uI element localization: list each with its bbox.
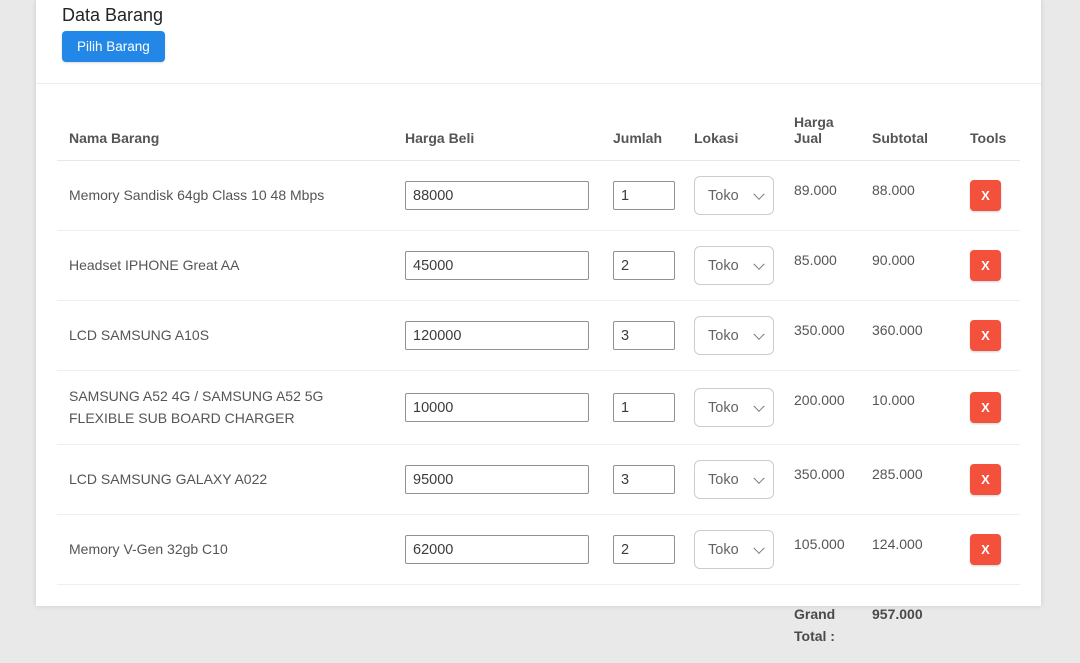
subtotal-value: 10.000 [860, 371, 958, 445]
lokasi-select[interactable]: Toko [694, 246, 774, 285]
table-header-row: Nama Barang Harga Beli Jumlah Lokasi Har… [57, 84, 1020, 161]
subtotal-value: 124.000 [860, 515, 958, 585]
delete-row-button[interactable]: X [970, 464, 1001, 495]
col-header-harga-beli: Harga Beli [393, 84, 601, 161]
table-row: Headset IPHONE Great AA Toko 85.000 90.0… [57, 231, 1020, 301]
grand-total-value: 957.000 [860, 585, 958, 663]
delete-row-button[interactable]: X [970, 320, 1001, 351]
item-name: Memory V-Gen 32gb C10 [57, 515, 393, 585]
item-name: SAMSUNG A52 4G / SAMSUNG A52 5G FLEXIBLE… [57, 371, 393, 445]
grand-total-label: Grand Total : [782, 585, 860, 663]
item-name: Memory Sandisk 64gb Class 10 48 Mbps [57, 161, 393, 231]
jumlah-input[interactable] [613, 465, 675, 494]
page-title: Data Barang [62, 5, 1015, 26]
lokasi-select[interactable]: Toko [694, 176, 774, 215]
delete-row-button[interactable]: X [970, 250, 1001, 281]
harga-jual-value: 105.000 [782, 515, 860, 585]
jumlah-input[interactable] [613, 181, 675, 210]
subtotal-value: 90.000 [860, 231, 958, 301]
harga-jual-value: 350.000 [782, 301, 860, 371]
harga-beli-input[interactable] [405, 465, 589, 494]
harga-beli-input[interactable] [405, 181, 589, 210]
col-header-tools: Tools [958, 84, 1020, 161]
jumlah-input[interactable] [613, 535, 675, 564]
table-row: Memory Sandisk 64gb Class 10 48 Mbps Tok… [57, 161, 1020, 231]
subtotal-value: 88.000 [860, 161, 958, 231]
lokasi-select[interactable]: Toko [694, 316, 774, 355]
harga-beli-input[interactable] [405, 321, 589, 350]
harga-jual-value: 89.000 [782, 161, 860, 231]
col-header-jumlah: Jumlah [601, 84, 682, 161]
jumlah-input[interactable] [613, 393, 675, 422]
subtotal-value: 285.000 [860, 445, 958, 515]
delete-row-button[interactable]: X [970, 392, 1001, 423]
col-header-nama-barang: Nama Barang [57, 84, 393, 161]
harga-jual-value: 85.000 [782, 231, 860, 301]
item-name: Headset IPHONE Great AA [57, 231, 393, 301]
lokasi-select[interactable]: Toko [694, 388, 774, 427]
table-row: LCD SAMSUNG GALAXY A022 Toko 350.000 285… [57, 445, 1020, 515]
col-header-lokasi: Lokasi [682, 84, 782, 161]
card-header: Data Barang Pilih Barang [36, 0, 1041, 84]
harga-jual-value: 350.000 [782, 445, 860, 515]
jumlah-input[interactable] [613, 321, 675, 350]
items-table-wrap: Nama Barang Harga Beli Jumlah Lokasi Har… [36, 84, 1041, 663]
item-name: LCD SAMSUNG GALAXY A022 [57, 445, 393, 515]
col-header-harga-jual: Harga Jual [782, 84, 860, 161]
harga-beli-input[interactable] [405, 393, 589, 422]
item-name: LCD SAMSUNG A10S [57, 301, 393, 371]
table-row: SAMSUNG A52 4G / SAMSUNG A52 5G FLEXIBLE… [57, 371, 1020, 445]
harga-jual-value: 200.000 [782, 371, 860, 445]
col-header-subtotal: Subtotal [860, 84, 958, 161]
delete-row-button[interactable]: X [970, 534, 1001, 565]
delete-row-button[interactable]: X [970, 180, 1001, 211]
table-row: Memory V-Gen 32gb C10 Toko 105.000 124.0… [57, 515, 1020, 585]
subtotal-value: 360.000 [860, 301, 958, 371]
harga-beli-input[interactable] [405, 251, 589, 280]
grand-total-row: Grand Total : 957.000 [57, 585, 1020, 663]
lokasi-select[interactable]: Toko [694, 530, 774, 569]
items-table: Nama Barang Harga Beli Jumlah Lokasi Har… [57, 84, 1020, 663]
harga-beli-input[interactable] [405, 535, 589, 564]
lokasi-select[interactable]: Toko [694, 460, 774, 499]
pilih-barang-button[interactable]: Pilih Barang [62, 31, 165, 62]
jumlah-input[interactable] [613, 251, 675, 280]
data-barang-card: Data Barang Pilih Barang Nama Barang Har… [36, 0, 1041, 606]
table-row: LCD SAMSUNG A10S Toko 350.000 360.000 X [57, 301, 1020, 371]
